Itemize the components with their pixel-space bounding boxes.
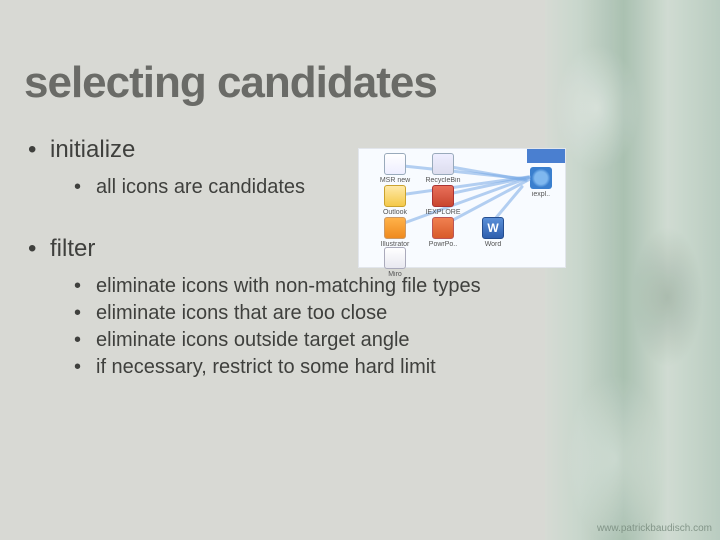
icon-label: iexpl.. — [519, 191, 563, 198]
footer-url: www.patrickbaudisch.com — [597, 523, 712, 534]
sub-bullet-text: eliminate icons that are too close — [96, 300, 387, 327]
icon-label: Outlook — [373, 209, 417, 216]
iexplore-icon — [432, 185, 454, 207]
sub-bullet-text: if necessary, restrict to some hard limi… — [96, 354, 436, 381]
app-icon — [384, 247, 406, 269]
icon-label: PowrPo.. — [421, 241, 465, 248]
powerpoint-icon — [432, 217, 454, 239]
illustrator-icon — [384, 217, 406, 239]
bullet-dot: • — [74, 354, 96, 381]
bullet-label: initialize — [50, 136, 135, 164]
word-icon — [482, 217, 504, 239]
document-icon — [384, 153, 406, 175]
sub-bullet-text: all icons are candidates — [96, 174, 305, 201]
bullet-dot: • — [74, 273, 96, 300]
icon-label: MSR new — [373, 177, 417, 184]
outlook-icon — [384, 185, 406, 207]
icon-label: Miro — [373, 271, 417, 278]
bullet-dot: • — [28, 235, 50, 263]
sub-bullet-text: eliminate icons outside target angle — [96, 327, 410, 354]
bullet-dot: • — [28, 136, 50, 164]
icon-label: RecycleBin — [421, 177, 465, 184]
bullet-dot: • — [74, 327, 96, 354]
sub-bullet-text: eliminate icons with non-matching file t… — [96, 273, 481, 300]
desktop-icons-diagram: iexpl.. MSR new RecycleBin Outlook IEXPL… — [358, 148, 566, 268]
sub-bullet: • eliminate icons that are too close — [74, 300, 720, 327]
sub-bullet: • eliminate icons outside target angle — [74, 327, 720, 354]
recycle-bin-icon — [432, 153, 454, 175]
ie-icon — [530, 167, 552, 189]
slide-title: selecting candidates — [0, 0, 720, 108]
icon-label: IEXPLORE — [421, 209, 465, 216]
bullet-label: filter — [50, 235, 95, 263]
sub-bullet: • if necessary, restrict to some hard li… — [74, 354, 720, 381]
icon-label: Word — [471, 241, 515, 248]
bullet-dot: • — [74, 174, 96, 201]
target-highlight — [527, 149, 565, 163]
bullet-dot: • — [74, 300, 96, 327]
